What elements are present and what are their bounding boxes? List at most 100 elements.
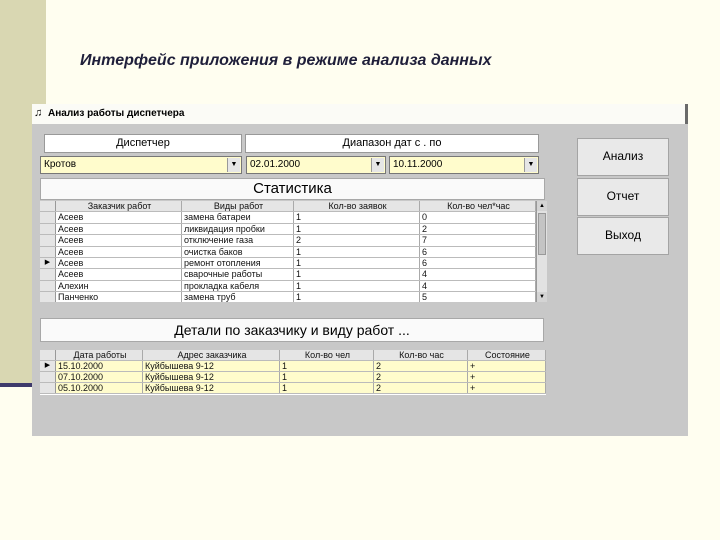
window-titlebar: ♫ Анализ работы диспетчера	[32, 104, 688, 124]
dispatcher-select[interactable]: Кротов ▼	[40, 156, 242, 174]
table-row[interactable]: 07.10.2000 Куйбышева 9-12 1 2 +	[40, 372, 546, 383]
column-header: Адрес заказчика	[143, 350, 280, 360]
table-cell: 1	[294, 246, 420, 257]
table-cell: +	[468, 361, 546, 371]
row-selector[interactable]	[40, 269, 56, 280]
table-cell: ликвидация пробки	[182, 223, 294, 235]
table-cell: 1	[294, 280, 420, 292]
table-cell: 2	[374, 361, 468, 371]
table-cell: 1	[294, 212, 420, 223]
column-header: Кол-во час	[374, 350, 468, 360]
date-from-select[interactable]: 02.01.2000 ▼	[246, 156, 386, 174]
date-to-value: 10.11.2000	[393, 159, 443, 170]
table-cell: Алехин	[56, 280, 182, 292]
table-cell: 1	[294, 223, 420, 235]
table-cell: Асеев	[56, 258, 182, 269]
row-selector[interactable]	[40, 383, 56, 393]
table-cell: Асеев	[56, 269, 182, 280]
row-pointer-icon[interactable]: ▶	[40, 258, 56, 269]
table-cell: 2	[420, 223, 536, 235]
table-cell: замена труб	[182, 292, 294, 302]
scroll-thumb[interactable]	[538, 213, 546, 255]
table-cell: 1	[280, 361, 374, 371]
table-cell: 0	[420, 212, 536, 223]
table-cell: отключение газа	[182, 235, 294, 246]
table-cell: 5	[420, 292, 536, 302]
table-cell: 4	[420, 269, 536, 280]
stats-grid: Заказчик работ Виды работ Кол-во заявок Кол…	[40, 201, 547, 302]
row-selector[interactable]	[40, 292, 56, 302]
table-cell: Асеев	[56, 246, 182, 257]
table-row[interactable]: Асеев очистка баков 1 6	[40, 246, 536, 258]
table-row[interactable]: ▶ Асеев ремонт отопления 1 6	[40, 258, 536, 270]
row-selector[interactable]	[40, 280, 56, 292]
table-row[interactable]: Панченко замена труб 1 5	[40, 292, 536, 302]
table-cell: Куйбышева 9-12	[143, 372, 280, 382]
table-cell: прокладка кабеля	[182, 280, 294, 292]
row-selector[interactable]	[40, 235, 56, 246]
table-row[interactable]: Алехин прокладка кабеля 1 4	[40, 280, 536, 293]
column-header: Виды работ	[182, 201, 294, 212]
table-cell: 05.10.2000	[56, 383, 143, 393]
table-row[interactable]: Асеев сварочные работы 1 4	[40, 269, 536, 281]
row-selector[interactable]	[40, 212, 56, 223]
row-selector[interactable]	[40, 246, 56, 257]
table-row[interactable]: ▶ 15.10.2000 Куйбышева 9-12 1 2 +	[40, 361, 546, 372]
table-cell: сварочные работы	[182, 269, 294, 280]
table-cell: 4	[420, 280, 536, 292]
table-cell: 2	[374, 383, 468, 393]
row-selector[interactable]	[40, 372, 56, 382]
column-header: Кол-во заявок	[294, 201, 420, 212]
report-button[interactable]: Отчет	[577, 178, 669, 216]
dispatcher-label: Диспетчер	[44, 134, 242, 153]
window-icon: ♫	[34, 107, 43, 119]
date-from-value: 02.01.2000	[250, 159, 301, 170]
table-cell: 1	[294, 269, 420, 280]
slide-title: Интерфейс приложения в режиме анализа да…	[80, 52, 492, 69]
table-cell: 2	[374, 372, 468, 382]
table-cell: +	[468, 383, 546, 393]
column-header: Дата работы	[56, 350, 143, 360]
column-header: Заказчик работ	[56, 201, 182, 212]
table-cell: 7	[420, 235, 536, 246]
row-selector	[40, 350, 56, 360]
table-cell: 6	[420, 258, 536, 269]
stats-header-row: Заказчик работ Виды работ Кол-во заявок Кол…	[40, 201, 536, 213]
row-selector[interactable]	[40, 223, 56, 235]
details-header-row: Дата работы Адрес заказчика Кол-во чел Кол-…	[40, 350, 546, 361]
column-header: Кол-во чел	[280, 350, 374, 360]
table-cell: Куйбышева 9-12	[143, 361, 280, 371]
scroll-down-icon[interactable]: ▼	[537, 292, 547, 302]
date-to-select[interactable]: 10.11.2000 ▼	[389, 156, 539, 174]
table-cell: 1	[280, 383, 374, 393]
table-cell: 1	[280, 372, 374, 382]
table-cell: 6	[420, 246, 536, 257]
chevron-down-icon[interactable]: ▼	[227, 158, 240, 172]
table-cell: ремонт отопления	[182, 258, 294, 269]
exit-button[interactable]: Выход	[577, 217, 669, 255]
column-header: Состояние	[468, 350, 546, 360]
date-range-label: Диапазон дат с . по	[245, 134, 539, 153]
chevron-down-icon[interactable]: ▼	[371, 158, 384, 172]
analysis-window: ♫ Анализ работы диспетчера Диспетчер Диа…	[32, 104, 688, 436]
table-row[interactable]: Асеев отключение газа 2 7	[40, 235, 536, 247]
table-cell: 1	[294, 292, 420, 302]
table-cell: +	[468, 372, 546, 382]
table-row[interactable]: Асеев ликвидация пробки 1 2	[40, 223, 536, 236]
table-row[interactable]: 05.10.2000 Куйбышева 9-12 1 2 +	[40, 383, 546, 394]
table-cell: Асеев	[56, 212, 182, 223]
table-cell: 2	[294, 235, 420, 246]
table-row[interactable]: Асеев замена батареи 1 0	[40, 212, 536, 224]
table-cell: очистка баков	[182, 246, 294, 257]
chevron-down-icon[interactable]: ▼	[524, 158, 537, 172]
table-cell: Панченко	[56, 292, 182, 302]
scroll-up-icon[interactable]: ▲	[537, 201, 547, 211]
table-cell: Асеев	[56, 223, 182, 235]
analyze-button[interactable]: Анализ	[577, 138, 669, 176]
table-cell: 07.10.2000	[56, 372, 143, 382]
row-pointer-icon[interactable]: ▶	[40, 361, 56, 371]
details-grid: Дата работы Адрес заказчика Кол-во чел Кол-…	[40, 350, 546, 395]
stats-scrollbar[interactable]: ▲ ▼	[536, 201, 547, 302]
dispatcher-select-value: Кротов	[44, 159, 77, 170]
row-selector	[40, 201, 56, 212]
